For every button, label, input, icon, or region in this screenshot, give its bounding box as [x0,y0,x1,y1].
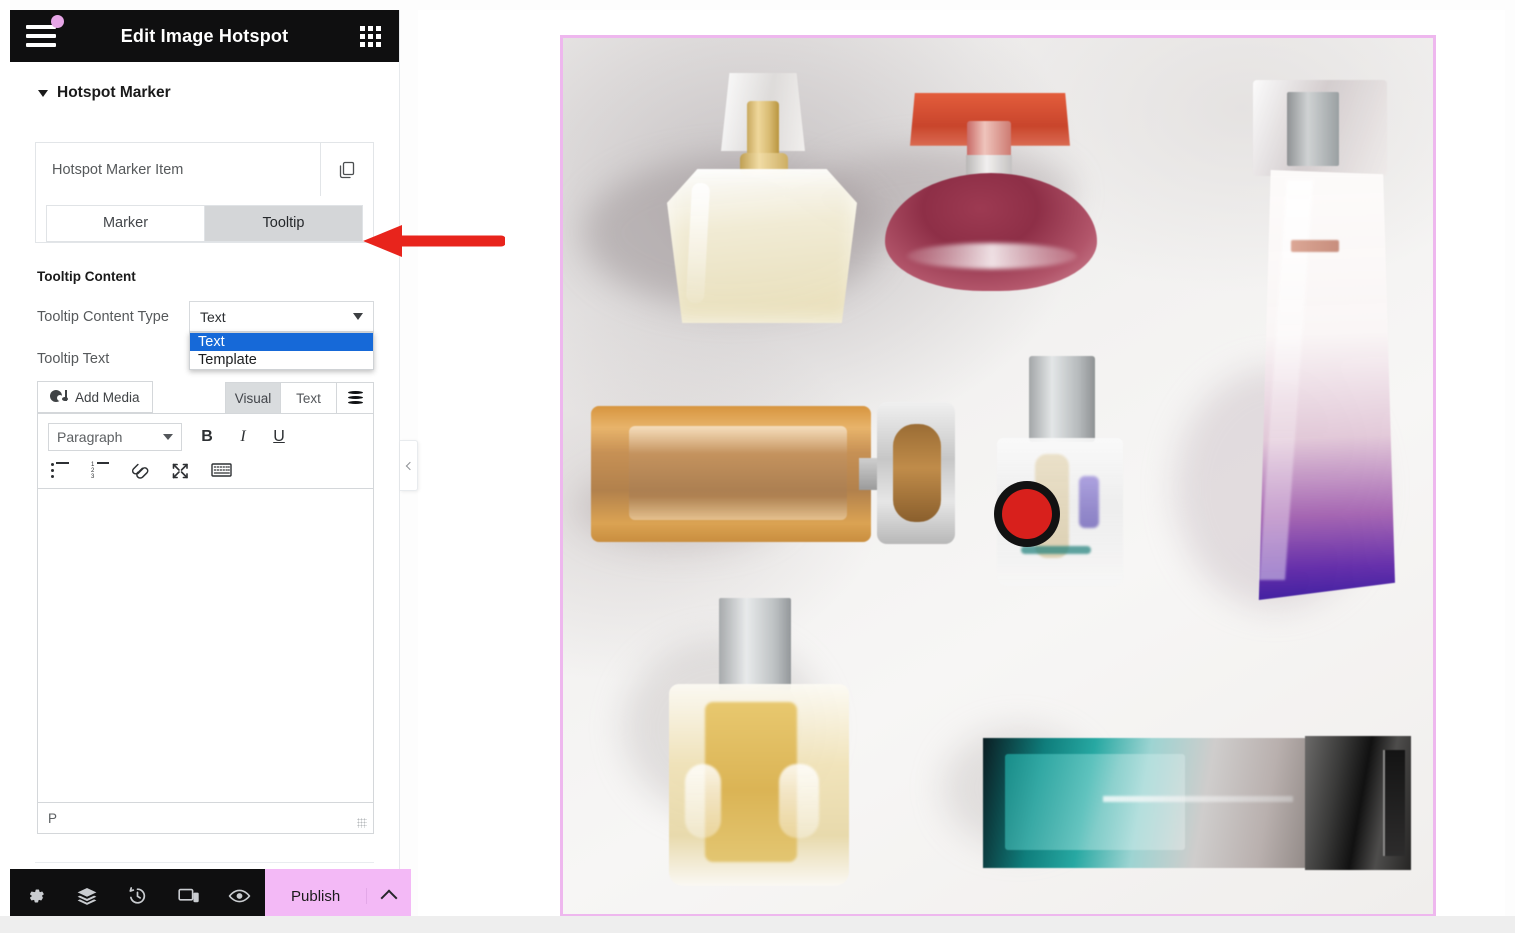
perfume-bottle-amber [591,400,957,548]
section-title: Hotspot Marker [57,84,171,101]
editor-root: Edit Image Hotspot Hotspot Marker Hotspo… [0,0,1515,933]
panel-divider [35,862,374,863]
add-media-label: Add Media [75,389,140,405]
caret-down-icon [38,89,48,97]
page-title: Edit Image Hotspot [120,25,289,46]
duplicate-icon[interactable] [320,143,373,196]
left-arrow-annotation [363,225,505,257]
perfume-bottle-purple-tall [1239,80,1403,600]
bold-button[interactable]: B [196,428,218,446]
dynamic-tags-icon[interactable] [337,382,374,413]
insert-link-icon[interactable] [131,462,153,480]
navigator-layers-icon[interactable] [61,886,112,906]
underline-button[interactable]: U [268,428,290,446]
panel-footer: Publish [10,869,412,923]
section-hotspot-marker[interactable]: Hotspot Marker [10,62,399,102]
format-select[interactable]: Paragraph [48,423,182,451]
tooltip-content-group-title: Tooltip Content [37,269,136,284]
elementor-editor-panel: Edit Image Hotspot Hotspot Marker Hotspo… [10,10,412,923]
tooltip-content-type-dropdown: Text Template [189,332,374,370]
perfume-bottle-cream [659,73,864,323]
chevron-left-icon [405,461,415,470]
editor-mode-tabs: Visual Text [225,382,374,413]
option-template[interactable]: Template [190,351,373,369]
preview-eye-icon[interactable] [214,887,265,905]
footer-icon-group [10,869,265,923]
left-margin-strip [0,0,10,933]
chevron-up-icon[interactable] [366,888,411,907]
editor-status-bar: P [37,803,374,834]
perfume-bottle-red [863,93,1133,293]
format-select-value: Paragraph [57,429,123,445]
tab-visual[interactable]: Visual [225,382,281,413]
resize-grip-icon[interactable] [357,818,367,828]
wp-text-editor: Add Media Visual Text Paragraph B I U 1 … [37,377,374,834]
apps-grid-icon[interactable] [360,25,381,47]
repeater-control: Hotspot Marker Item Marker Tooltip [35,142,374,243]
tooltip-content-type-select[interactable]: Text [189,301,374,332]
bulleted-list-icon[interactable] [51,462,73,480]
media-icon [50,389,68,405]
history-clock-icon[interactable] [112,886,163,906]
image-hotspot-widget[interactable] [560,35,1436,917]
numbered-list-icon[interactable]: 123 [91,462,113,480]
tooltip-content-type-label: Tooltip Content Type [37,308,169,325]
toolbar-row-primary: Paragraph B I U [48,423,363,451]
perfume-bottle-teal [983,728,1413,880]
responsive-mode-icon[interactable] [163,887,214,905]
publish-group: Publish [265,869,412,923]
repeater-item-row[interactable]: Hotspot Marker Item [36,143,373,196]
tooltip-content-type-row: Tooltip Content Type Text Text Template [37,301,374,370]
hamburger-menu-icon[interactable] [26,15,64,51]
perfume-bottle-yellow [663,598,853,888]
panel-body: Hotspot Marker Hotspot Marker Item Marke… [10,62,399,869]
tab-marker[interactable]: Marker [47,206,204,241]
toolbar-toggle-icon[interactable] [211,462,233,480]
settings-gear-icon[interactable] [10,886,61,906]
panel-header: Edit Image Hotspot [10,10,399,62]
wp-editor-toolbar: Paragraph B I U 123 [37,413,374,489]
bottom-strip [0,916,1515,933]
hotspot-background-image [563,38,1433,914]
add-media-button[interactable]: Add Media [37,381,153,413]
tooltip-content-type-select-wrap: Text Text Template [189,301,374,370]
chevron-down-icon [163,434,173,440]
notification-dot-icon [51,15,64,28]
marker-tooltip-tabs: Marker Tooltip [46,205,363,242]
perfume-bottle-clear-center [983,356,1133,588]
chevron-down-icon [353,313,363,320]
tab-tooltip[interactable]: Tooltip [204,206,362,241]
italic-button[interactable]: I [232,428,254,446]
preview-canvas [418,10,1505,917]
hotspot-marker-dot[interactable] [994,481,1060,547]
editor-status-path: P [48,810,58,826]
fullscreen-icon[interactable] [171,462,193,480]
tooltip-content-type-value: Text [200,308,226,325]
publish-button[interactable]: Publish [265,888,366,905]
panel-collapse-handle[interactable] [400,440,418,491]
option-text[interactable]: Text [190,333,373,351]
tab-text[interactable]: Text [281,382,337,413]
wp-editor-topbar: Add Media Visual Text [37,377,374,413]
repeater-item-title: Hotspot Marker Item [52,161,184,178]
toolbar-row-secondary: 123 [48,462,363,480]
editor-content-area[interactable] [37,489,374,803]
